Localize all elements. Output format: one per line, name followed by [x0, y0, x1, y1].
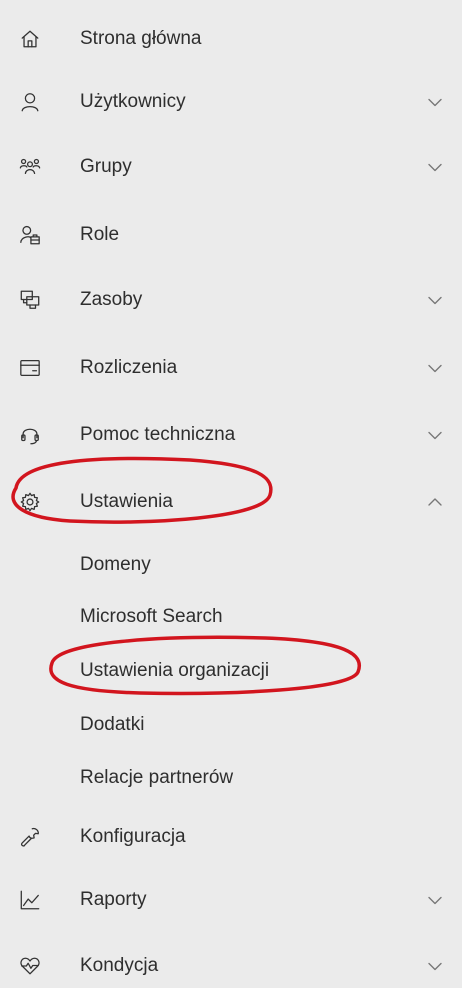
person-icon	[18, 90, 42, 114]
nav-item-support[interactable]: Pomoc techniczna	[0, 413, 462, 457]
chevron-down-icon[interactable]	[426, 93, 444, 111]
chevron-up-icon[interactable]	[426, 493, 444, 511]
nav-item-label: Ustawienia	[80, 491, 173, 512]
resources-icon	[18, 288, 42, 312]
chart-icon	[18, 888, 42, 912]
home-icon	[18, 27, 42, 51]
nav-item-label: Role	[80, 224, 120, 245]
nav-item-label: Użytkownicy	[80, 91, 186, 112]
nav-item-settings[interactable]: Ustawienia	[0, 480, 462, 524]
nav-item-label: Strona główna	[80, 28, 202, 49]
chevron-down-icon[interactable]	[426, 158, 444, 176]
nav-item-roles[interactable]: Role	[0, 213, 462, 257]
roles-icon	[18, 223, 42, 247]
nav-item-label: Kondycja	[80, 955, 159, 976]
subnav-item-org-settings[interactable]: Ustawienia organizacji	[0, 650, 462, 692]
admin-navigation: Strona główna Użytkownicy Grupy Role Zas…	[0, 0, 462, 988]
chevron-down-icon[interactable]	[426, 891, 444, 909]
chevron-down-icon[interactable]	[426, 291, 444, 309]
subnav-item-domains[interactable]: Domeny	[0, 544, 462, 586]
nav-item-resources[interactable]: Zasoby	[0, 278, 462, 322]
subnav-item-label: Relacje partnerów	[80, 767, 234, 788]
subnav-item-label: Dodatki	[80, 714, 145, 735]
subnav-item-addons[interactable]: Dodatki	[0, 704, 462, 746]
chevron-down-icon[interactable]	[426, 426, 444, 444]
gear-icon	[18, 490, 42, 514]
nav-item-users[interactable]: Użytkownicy	[0, 80, 462, 124]
chevron-down-icon[interactable]	[426, 957, 444, 975]
billing-card-icon	[18, 356, 42, 380]
health-heart-icon	[18, 954, 42, 978]
chevron-down-icon[interactable]	[426, 359, 444, 377]
nav-item-health[interactable]: Kondycja	[0, 944, 462, 988]
nav-item-label: Grupy	[80, 156, 132, 177]
subnav-item-partner-relationships[interactable]: Relacje partnerów	[0, 757, 462, 799]
nav-item-label: Raporty	[80, 889, 147, 910]
nav-item-groups[interactable]: Grupy	[0, 145, 462, 189]
nav-item-label: Rozliczenia	[80, 357, 178, 378]
nav-item-billing[interactable]: Rozliczenia	[0, 346, 462, 390]
nav-item-setup[interactable]: Konfiguracja	[0, 815, 462, 859]
subnav-item-label: Domeny	[80, 554, 151, 575]
nav-item-label: Konfiguracja	[80, 826, 186, 847]
nav-item-reports[interactable]: Raporty	[0, 878, 462, 922]
headset-icon	[18, 423, 42, 447]
groups-icon	[18, 155, 42, 179]
nav-item-label: Zasoby	[80, 289, 143, 310]
subnav-item-label: Ustawienia organizacji	[80, 660, 270, 681]
subnav-item-microsoft-search[interactable]: Microsoft Search	[0, 596, 462, 638]
nav-item-home[interactable]: Strona główna	[0, 17, 462, 61]
subnav-item-label: Microsoft Search	[80, 606, 223, 627]
wrench-icon	[18, 825, 42, 849]
nav-item-label: Pomoc techniczna	[80, 424, 236, 445]
